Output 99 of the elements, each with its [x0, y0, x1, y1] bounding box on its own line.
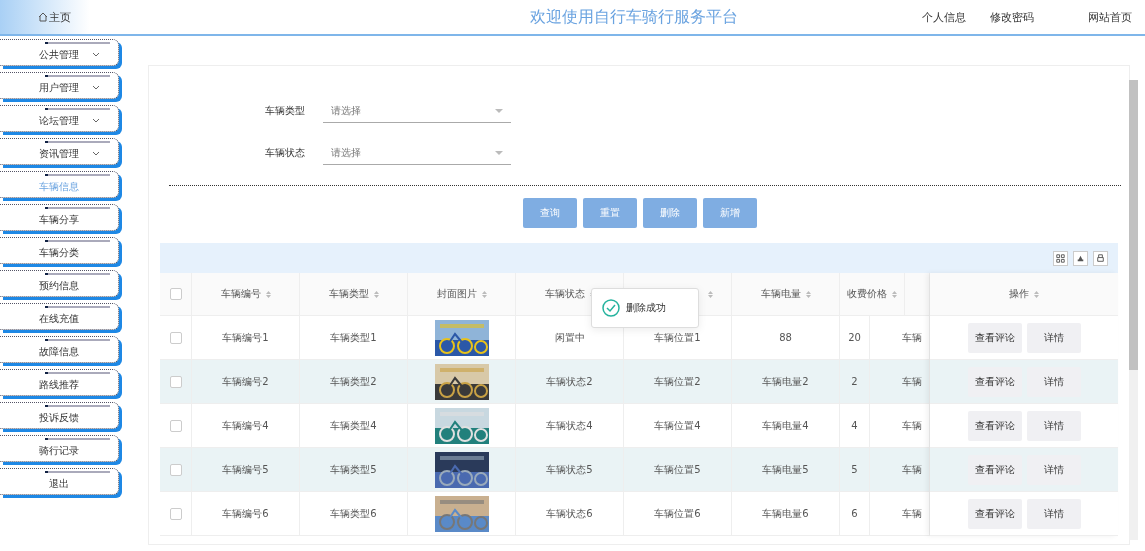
table-cell: 车辆状态5: [546, 462, 593, 477]
dropdown-icon: [495, 150, 503, 155]
table-cell: 车辆位置5: [654, 462, 701, 477]
row-action-button[interactable]: 详情: [1026, 366, 1081, 397]
checkbox[interactable]: [169, 507, 182, 520]
row-action-button[interactable]: 详情: [1026, 410, 1081, 441]
sidebar-item[interactable]: 在线充值: [0, 303, 119, 330]
table-cell: 车辆电量5: [762, 462, 809, 477]
upload-icon[interactable]: [1073, 250, 1088, 266]
sort-icon[interactable]: [805, 290, 811, 298]
column-header: 操作: [1009, 287, 1029, 301]
sidebar-item[interactable]: 骑行记录: [0, 435, 119, 462]
sort-icon[interactable]: [892, 290, 897, 298]
success-icon: [602, 299, 620, 317]
sort-icon[interactable]: [265, 290, 271, 298]
row-action-button[interactable]: 详情: [1026, 322, 1081, 353]
column-header: 车辆电量: [760, 287, 801, 301]
site-title: 欢迎使用自行车骑行服务平台: [530, 6, 739, 28]
sidebar-item[interactable]: 投诉反馈: [0, 402, 119, 429]
table-cell: 车辆编号4: [222, 418, 269, 433]
table-cell: 车辆: [902, 374, 922, 389]
sidebar-item[interactable]: 预约信息: [0, 270, 119, 297]
table-cell: 车辆状态2: [546, 374, 593, 389]
table-cell: 车辆位置2: [654, 374, 701, 389]
column-header: 收费价格: [847, 287, 887, 301]
table-cell: 车辆编号1: [222, 330, 269, 345]
row-action-button[interactable]: 查看评论: [967, 366, 1022, 397]
filter-label: 车辆状态: [264, 146, 306, 160]
row-action-button[interactable]: 查看评论: [967, 410, 1022, 441]
column-header: 车辆状态: [544, 287, 585, 301]
table-cell: 闲置中: [554, 330, 585, 345]
column-header: 车辆类型: [328, 287, 369, 301]
table-cell: 车辆编号5: [222, 462, 269, 477]
sidebar-item[interactable]: 故障信息: [0, 336, 119, 363]
checkbox[interactable]: [169, 331, 182, 344]
sidebar-item[interactable]: 资讯管理: [0, 138, 119, 165]
table-cell: 车辆状态4: [546, 418, 593, 433]
row-action-button[interactable]: 查看评论: [967, 498, 1022, 529]
table-cell: 车辆电量6: [762, 506, 809, 521]
table-cell: 车辆: [902, 418, 922, 433]
sort-icon[interactable]: [708, 290, 713, 298]
sidebar-item[interactable]: 论坛管理: [0, 105, 119, 132]
checkbox[interactable]: [169, 419, 182, 432]
table-cell: 车辆位置4: [654, 418, 701, 433]
table-cell: 车辆位置6: [654, 506, 701, 521]
chevron-down-icon: [92, 118, 100, 123]
sidebar-item[interactable]: 公共管理: [0, 39, 119, 66]
toast-message: 删除成功: [626, 301, 666, 315]
table-cell: 车辆电量2: [762, 374, 809, 389]
sort-icon[interactable]: [481, 290, 487, 298]
row-action-button[interactable]: 详情: [1026, 498, 1081, 529]
select-field[interactable]: 请选择: [323, 99, 511, 123]
table-cell: 车辆: [902, 506, 922, 521]
table-cell: 5: [851, 464, 858, 475]
table-cell: 车辆类型5: [330, 462, 377, 477]
table-cell: 车辆: [902, 462, 922, 477]
row-action-button[interactable]: 详情: [1026, 454, 1081, 485]
home-link[interactable]: 主页: [49, 9, 71, 25]
column-header: 车辆编号: [220, 287, 261, 301]
table-cell: 车辆类型1: [330, 330, 377, 345]
chevron-down-icon: [92, 151, 100, 156]
table-cell: 88: [779, 332, 792, 343]
select-field[interactable]: 请选择: [323, 141, 511, 165]
grid-icon[interactable]: [1053, 250, 1068, 266]
table-cell: 车辆编号2: [222, 374, 269, 389]
row-action-button[interactable]: 查看评论: [967, 322, 1022, 353]
header-link[interactable]: 个人信息: [922, 9, 966, 25]
table-cell: 车辆电量4: [762, 418, 809, 433]
dropdown-icon: [495, 108, 503, 113]
sidebar-item[interactable]: 用户管理: [0, 72, 119, 99]
column-header: 封面图片: [436, 287, 477, 301]
chevron-down-icon: [92, 85, 100, 90]
checkbox[interactable]: [169, 288, 182, 300]
table-cell: 6: [851, 508, 858, 519]
sidebar-item[interactable]: 退出: [0, 468, 119, 495]
table-cell: 车辆: [902, 330, 922, 345]
table-cell: 4: [851, 420, 858, 431]
sidebar-item[interactable]: 路线推荐: [0, 369, 119, 396]
table-cell: 20: [848, 332, 861, 343]
checkbox[interactable]: [169, 463, 182, 476]
scrollbar[interactable]: [1129, 80, 1138, 540]
sort-icon[interactable]: [1034, 290, 1039, 298]
checkbox[interactable]: [169, 375, 182, 388]
sort-icon[interactable]: [373, 290, 379, 298]
table-cell: 车辆类型2: [330, 374, 377, 389]
sidebar-item[interactable]: 车辆分享: [0, 204, 119, 231]
table-cell: 车辆类型4: [330, 418, 377, 433]
chevron-down-icon: [92, 52, 100, 57]
sidebar-item[interactable]: 车辆分类: [0, 237, 119, 264]
table-cell: 车辆类型6: [330, 506, 377, 521]
header-link[interactable]: 网站首页: [1088, 9, 1132, 25]
filter-label: 车辆类型: [264, 104, 306, 118]
table-cell: 2: [851, 376, 858, 387]
header-link[interactable]: 修改密码: [990, 9, 1034, 25]
table-cell: 车辆状态6: [546, 506, 593, 521]
row-action-button[interactable]: 查看评论: [967, 454, 1022, 485]
table-cell: 车辆编号6: [222, 506, 269, 521]
home-icon[interactable]: [38, 12, 48, 22]
table-cell: 车辆位置1: [654, 330, 701, 345]
